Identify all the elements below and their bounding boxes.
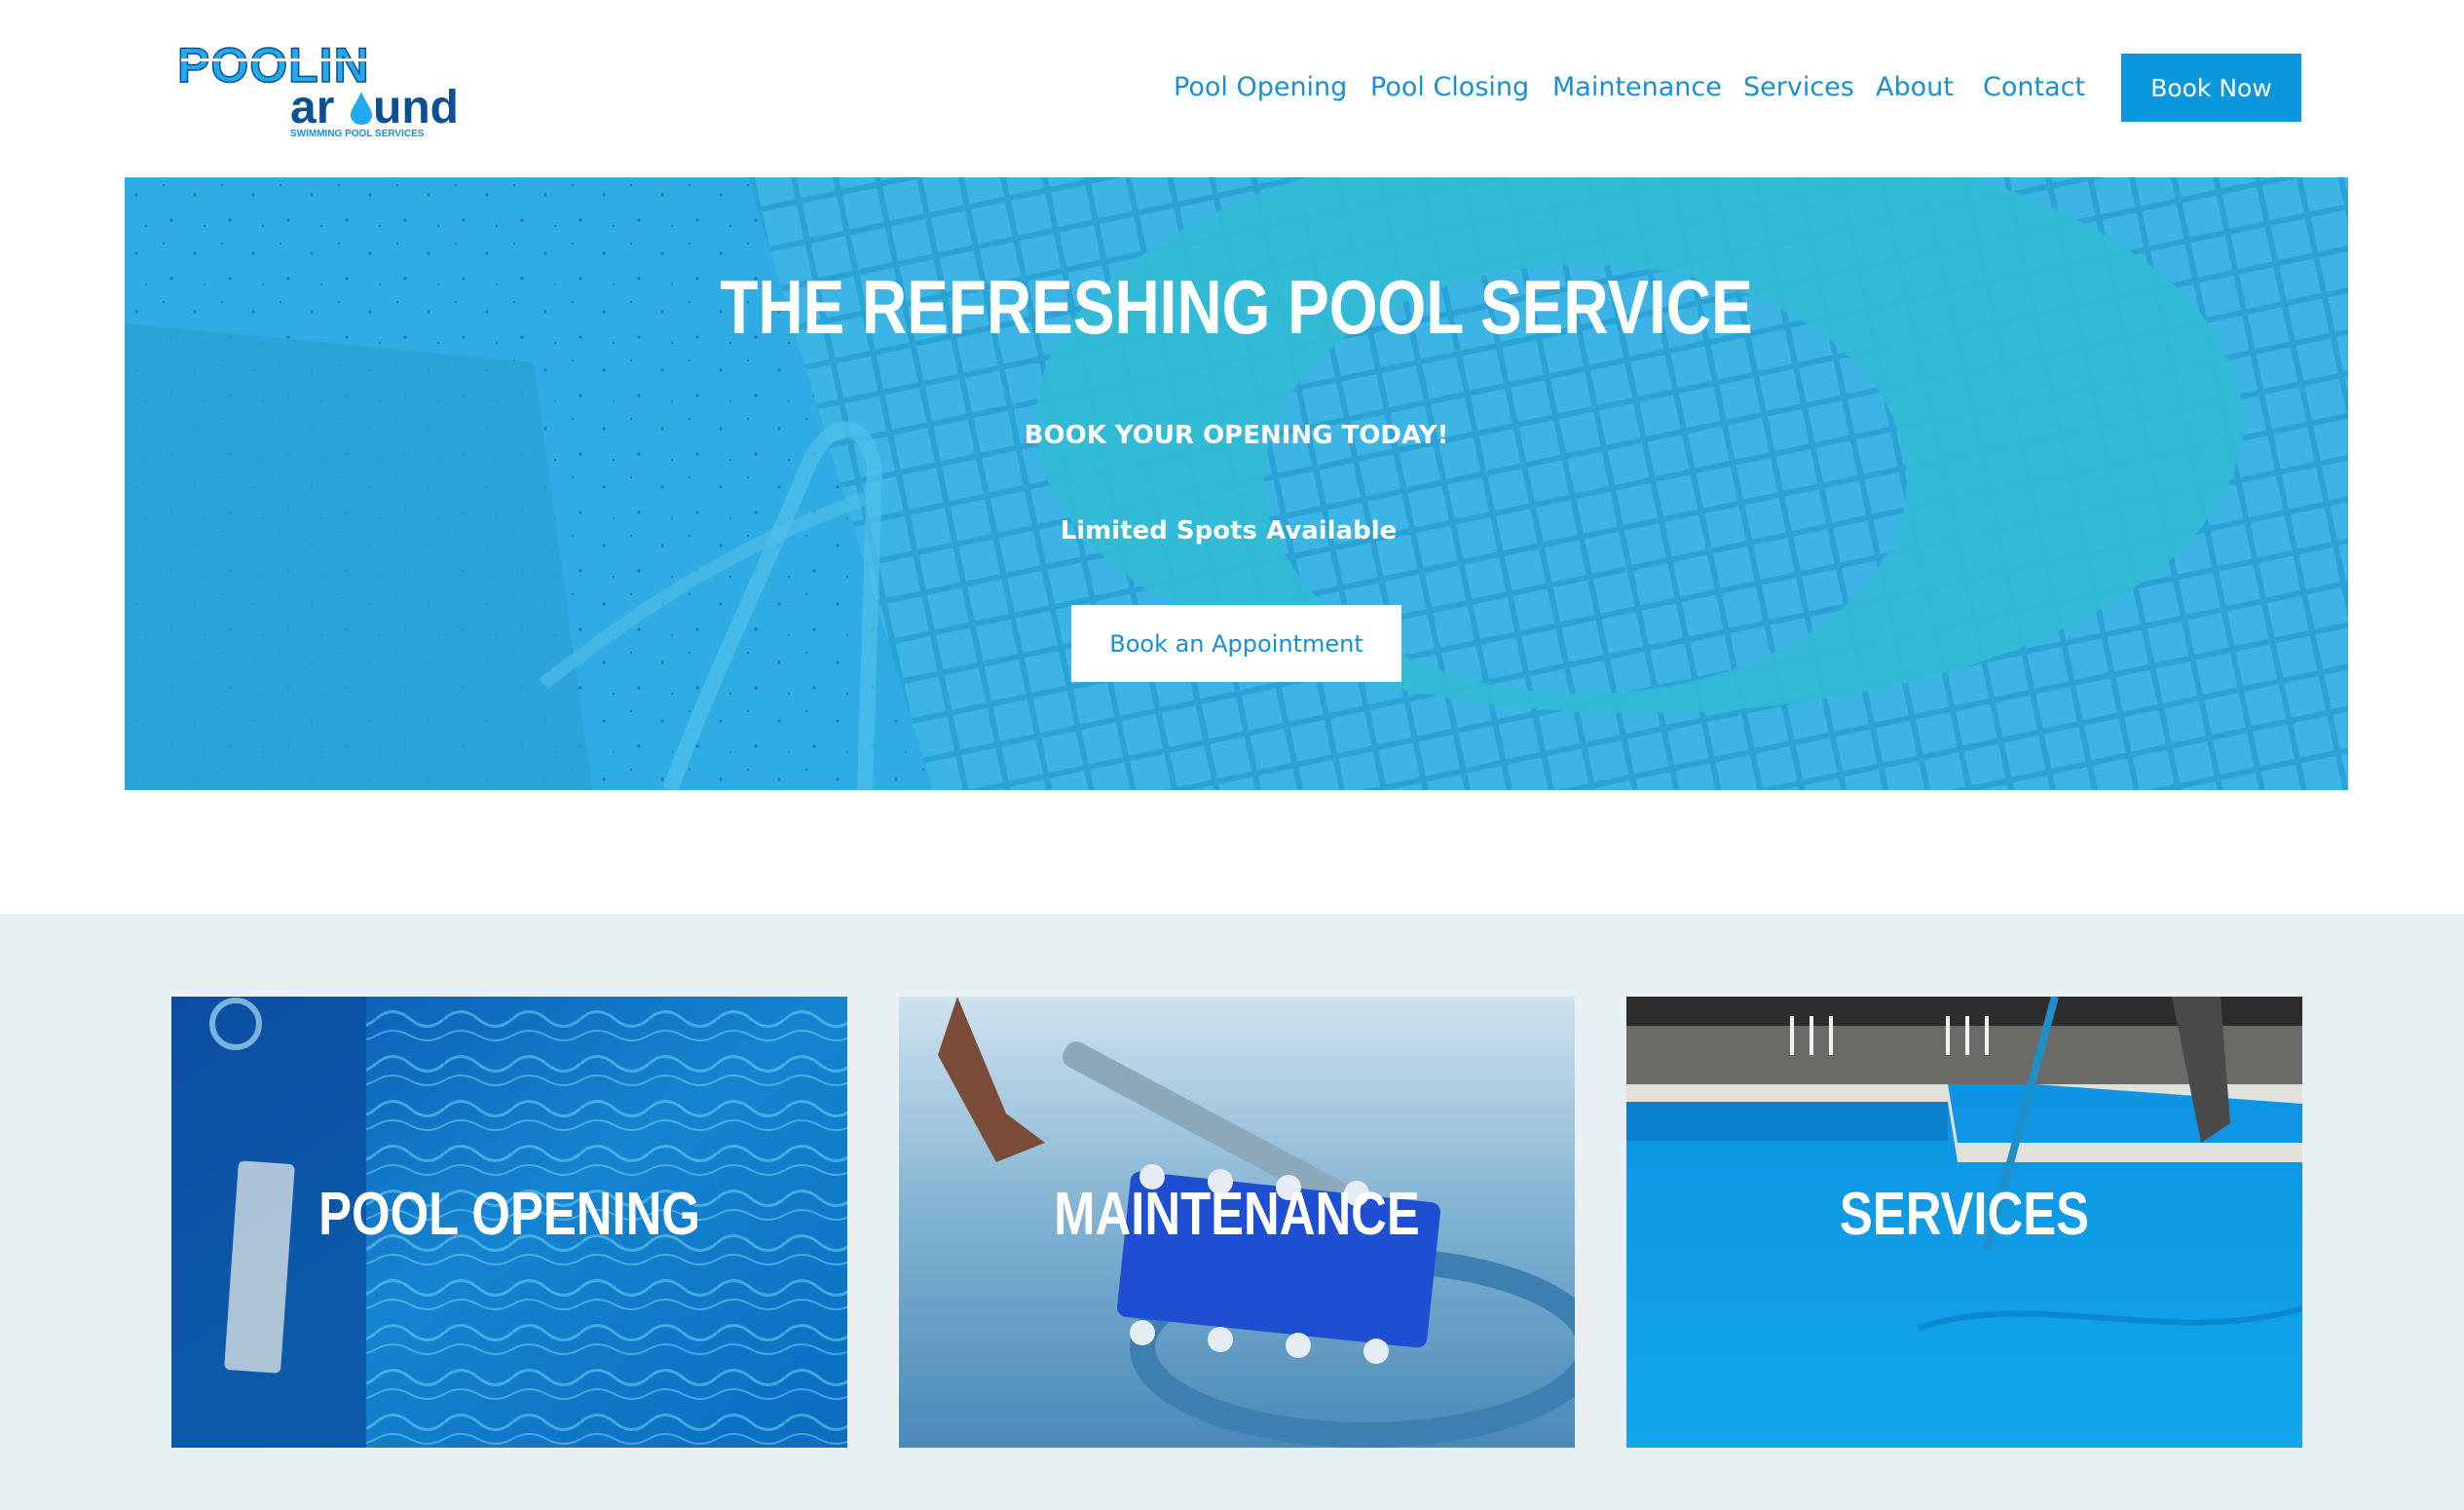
- hero-subtitle: BOOK YOUR OPENING TODAY!: [1024, 421, 1449, 450]
- book-now-button[interactable]: Book Now: [2121, 54, 2301, 122]
- logo-tagline: SWIMMING POOL SERVICES: [290, 129, 425, 139]
- site-header: POOLIN ar und SWIMMING POOL SERVICES Poo…: [0, 0, 2464, 177]
- book-appointment-button[interactable]: Book an Appointment: [1071, 605, 1401, 682]
- nav-services[interactable]: Services: [1743, 68, 1854, 107]
- card-pool-opening[interactable]: POOL OPENING: [171, 997, 847, 1448]
- nav-pool-opening[interactable]: Pool Opening: [1174, 68, 1347, 107]
- main-nav: Pool Opening Pool Closing Maintenance Se…: [0, 68, 2464, 107]
- service-cards-section: POOL OPENING MAINTENANCE SERVICES: [0, 914, 2464, 1510]
- card-services[interactable]: SERVICES: [1626, 997, 2302, 1448]
- hero-title: THE REFRESHING POOL SERVICE: [720, 264, 1753, 350]
- nav-about[interactable]: About: [1876, 68, 1954, 107]
- card-label-pool-opening: POOL OPENING: [318, 1181, 700, 1248]
- nav-maintenance[interactable]: Maintenance: [1552, 68, 1722, 107]
- card-maintenance[interactable]: MAINTENANCE: [899, 997, 1575, 1448]
- hero-note: Limited Spots Available: [1060, 516, 1398, 546]
- card-label-services: SERVICES: [1839, 1181, 2090, 1248]
- hero-banner: THE REFRESHING POOL SERVICE BOOK YOUR OP…: [125, 177, 2348, 790]
- nav-contact[interactable]: Contact: [1983, 68, 2085, 107]
- nav-pool-closing[interactable]: Pool Closing: [1370, 68, 1529, 107]
- card-label-maintenance: MAINTENANCE: [1054, 1181, 1420, 1248]
